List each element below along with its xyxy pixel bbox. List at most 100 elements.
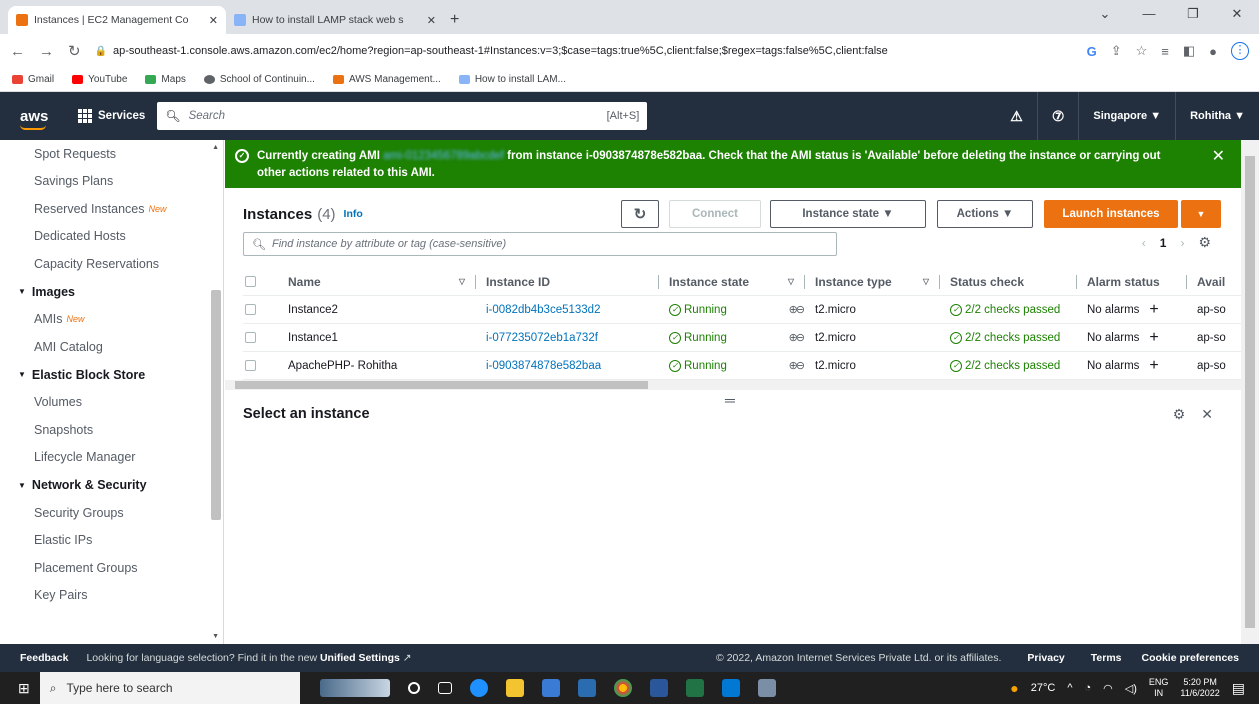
language-indicator[interactable]: ENG IN xyxy=(1149,677,1169,699)
url-field[interactable]: 🔒 ap-southeast-1.console.aws.amazon.com/… xyxy=(95,38,1073,64)
temperature[interactable]: 27°C xyxy=(1031,682,1056,694)
chevron-up-icon[interactable]: ^ xyxy=(1067,682,1072,694)
instance-id-link[interactable]: i-0903874878e582baa xyxy=(486,360,669,372)
zoom-icons[interactable]: ⊕⊖ xyxy=(789,303,806,316)
sidebar-item-snapshots[interactable]: Snapshots xyxy=(0,416,223,444)
reading-list-icon[interactable]: ≡ xyxy=(1161,44,1169,59)
unified-settings-link[interactable]: Unified Settings xyxy=(320,652,400,664)
col-availability-zone[interactable]: Avail xyxy=(1197,275,1241,289)
browser-tab-lamp[interactable]: How to install LAMP stack web s ✕ xyxy=(226,6,444,34)
bookmark-aws[interactable]: AWS Management... xyxy=(332,74,441,85)
bookmark-gmail[interactable]: Gmail xyxy=(12,74,54,85)
sidebar-item-dedicated-hosts[interactable]: Dedicated Hosts xyxy=(0,223,223,251)
instance-state-button[interactable]: Instance state ▼ xyxy=(770,200,926,228)
gear-icon[interactable]: ⚙ xyxy=(1198,234,1211,251)
app-icon[interactable] xyxy=(757,679,776,697)
tab-search-icon[interactable]: ⌄ xyxy=(1083,0,1127,30)
edge-icon[interactable] xyxy=(469,679,488,697)
forward-icon[interactable]: → xyxy=(39,43,54,60)
instance-id-link[interactable]: i-077235072eb1a732f xyxy=(486,332,669,344)
sidebar-item-security-groups[interactable]: Security Groups xyxy=(0,499,223,527)
aws-search-input[interactable]: 🔍︎ Search [Alt+S] xyxy=(157,102,648,130)
add-alarm-icon[interactable]: + xyxy=(1149,329,1158,347)
row-checkbox[interactable] xyxy=(243,360,288,371)
cortana-icon[interactable] xyxy=(407,682,420,694)
feedback-link[interactable]: Feedback xyxy=(20,652,68,664)
add-alarm-icon[interactable]: + xyxy=(1149,357,1158,375)
dismiss-flash-icon[interactable]: ✕ xyxy=(1212,148,1225,180)
user-menu[interactable]: Rohitha ▼ xyxy=(1175,92,1259,140)
sidebar-section-images[interactable]: ▼ Images xyxy=(0,278,223,306)
bookmark-lamp[interactable]: How to install LAM... xyxy=(458,74,566,85)
sidebar-item-spot-requests[interactable]: Spot Requests xyxy=(0,140,223,168)
bookmark-school[interactable]: School of Continuin... xyxy=(203,74,315,85)
sidebar-item-savings-plans[interactable]: Savings Plans xyxy=(0,168,223,196)
sidebar-section-elastic-block-store[interactable]: ▼ Elastic Block Store xyxy=(0,361,223,389)
close-tab-icon[interactable]: ✕ xyxy=(427,14,436,27)
close-window-icon[interactable]: ✕ xyxy=(1215,0,1259,30)
sort-icon[interactable]: ▽ xyxy=(459,277,465,286)
mail-icon[interactable] xyxy=(577,679,596,697)
launch-menu-button[interactable]: ▼ xyxy=(1181,200,1221,228)
wifi-icon[interactable]: ◠ xyxy=(1103,682,1113,695)
info-link[interactable]: Info xyxy=(344,208,363,220)
task-view-icon[interactable] xyxy=(437,682,452,694)
next-page-icon[interactable]: › xyxy=(1180,236,1184,250)
browser-tab-ec2[interactable]: Instances | EC2 Management Co ✕ xyxy=(8,6,226,34)
sidebar-item-volumes[interactable]: Volumes xyxy=(0,389,223,417)
cloudshell-icon[interactable]: ⚠︎ xyxy=(996,92,1037,140)
file-explorer-icon[interactable] xyxy=(505,679,524,697)
weather-icon[interactable]: ● xyxy=(1010,680,1018,696)
table-horizontal-scrollbar[interactable] xyxy=(225,380,1241,390)
launch-instances-button[interactable]: Launch instances xyxy=(1044,200,1178,228)
sidebar-item-elastic-ips[interactable]: Elastic IPs xyxy=(0,527,223,555)
col-alarm-status[interactable]: Alarm status xyxy=(1087,274,1197,289)
actions-button[interactable]: Actions ▼ xyxy=(937,200,1033,228)
aws-logo[interactable]: aws xyxy=(20,108,60,130)
table-row[interactable]: Instance2 i-0082db4b3ce5133d2 ✓ Running ⊕⊖ t2… xyxy=(243,296,1241,324)
refresh-button[interactable]: ↻ xyxy=(621,200,659,228)
excel-icon[interactable] xyxy=(685,679,704,697)
select-all-checkbox[interactable] xyxy=(243,276,288,287)
windows-start-icon[interactable]: ⊞ xyxy=(18,680,30,697)
zoom-icons[interactable]: ⊕⊖ xyxy=(789,331,806,344)
share-icon[interactable]: ⇪ xyxy=(1111,43,1122,59)
ami-id-link[interactable]: ami-0123456789abcdef xyxy=(383,150,504,162)
restore-icon[interactable]: ❐ xyxy=(1171,0,1215,30)
news-widget-icon[interactable] xyxy=(319,679,390,697)
col-instance-id[interactable]: Instance ID xyxy=(486,274,669,289)
sort-icon[interactable]: ▽ xyxy=(923,277,929,286)
calendar-icon[interactable] xyxy=(541,679,560,697)
new-tab-icon[interactable]: + xyxy=(450,11,459,29)
sort-icon[interactable]: ▽ xyxy=(788,277,794,286)
sidebar-scrollbar[interactable] xyxy=(211,290,221,520)
word-icon[interactable] xyxy=(649,679,668,697)
sidebar-item-lifecycle-manager[interactable]: Lifecycle Manager xyxy=(0,444,223,472)
sidebar-item-ami-catalog[interactable]: AMI Catalog xyxy=(0,333,223,361)
current-page[interactable]: 1 xyxy=(1160,236,1167,250)
profile-icon[interactable]: ● xyxy=(1209,44,1217,59)
row-checkbox[interactable] xyxy=(243,332,288,343)
col-name[interactable]: Name ▽ xyxy=(288,274,486,289)
sidebar-section-network-security[interactable]: ▼ Network & Security xyxy=(0,471,223,499)
privacy-link[interactable]: Privacy xyxy=(1027,652,1064,664)
network-icon[interactable]: ◔ xyxy=(1084,682,1091,694)
back-icon[interactable]: ← xyxy=(10,43,25,60)
scroll-up-icon[interactable]: ▲ xyxy=(212,144,219,151)
sidebar-item-key-pairs[interactable]: Key Pairs xyxy=(0,582,223,610)
reload-icon[interactable]: ↻ xyxy=(68,42,81,60)
prev-page-icon[interactable]: ‹ xyxy=(1142,236,1146,250)
table-row[interactable]: Instance1 i-077235072eb1a732f ✓ Running ⊕⊖ t2… xyxy=(243,324,1241,352)
zoom-icons[interactable]: ⊕⊖ xyxy=(789,359,806,372)
bookmark-star-icon[interactable]: ☆ xyxy=(1136,43,1148,59)
sidebar-item-placement-groups[interactable]: Placement Groups xyxy=(0,554,223,582)
row-checkbox[interactable] xyxy=(243,304,288,315)
sidebar-item-capacity-reservations[interactable]: Capacity Reservations xyxy=(0,250,223,278)
split-drag-handle[interactable]: ═ xyxy=(725,392,735,408)
google-icon[interactable]: G xyxy=(1087,44,1097,59)
page-vertical-scrollbar[interactable] xyxy=(1241,140,1259,644)
region-selector[interactable]: Singapore ▼ xyxy=(1078,92,1175,140)
sidebar-item-reserved-instances[interactable]: Reserved Instances New xyxy=(0,195,223,223)
add-alarm-icon[interactable]: + xyxy=(1149,301,1158,319)
col-instance-type[interactable]: Instance type ▽ xyxy=(815,274,950,289)
